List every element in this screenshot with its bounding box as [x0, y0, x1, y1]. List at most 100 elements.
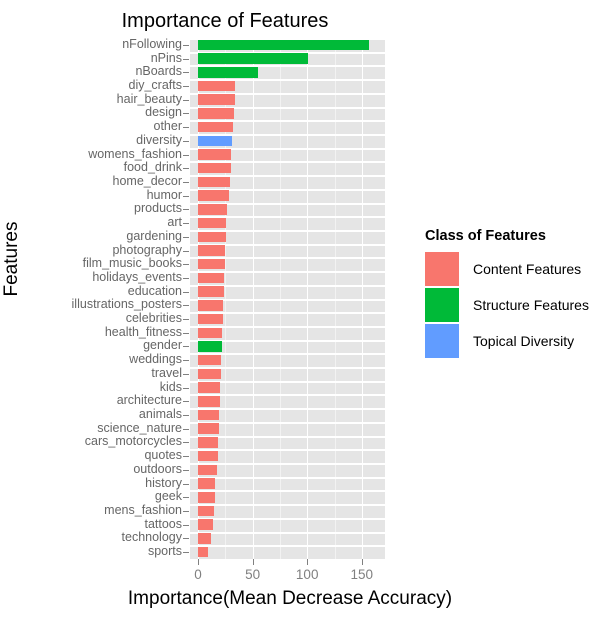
bar — [198, 396, 220, 407]
y-axis-tick-mark — [183, 346, 189, 348]
legend-item: Content Features — [425, 251, 600, 287]
bar — [198, 286, 225, 297]
y-axis-tick-mark — [183, 552, 189, 554]
x-axis-tick-mark — [198, 559, 199, 565]
y-axis-tick-mark — [183, 360, 189, 362]
legend-entries: Content Features Structure Features Topica… — [425, 251, 600, 359]
grid-line-horizontal — [190, 545, 385, 547]
grid-line-horizontal — [190, 490, 385, 492]
grid-line-horizontal — [190, 463, 385, 465]
bar — [198, 272, 225, 284]
bar — [198, 505, 215, 517]
y-axis-tick-mark — [183, 291, 189, 293]
y-axis-tick-mark — [183, 127, 189, 129]
grid-line-horizontal — [190, 422, 385, 424]
legend-title: Class of Features — [425, 228, 546, 244]
y-axis-tick-mark — [183, 538, 189, 540]
bar — [198, 217, 227, 229]
bar — [198, 313, 224, 325]
y-axis-tick-mark — [183, 428, 189, 430]
legend-item: Topical Diversity — [425, 323, 600, 359]
y-axis-tick-mark — [183, 113, 189, 115]
legend-swatch — [425, 252, 459, 286]
bar — [198, 533, 212, 544]
x-axis-tick-label: 0 — [194, 567, 202, 582]
y-axis-tick-mark — [183, 524, 189, 526]
y-axis-tick-mark — [183, 154, 189, 156]
bar — [198, 368, 221, 380]
x-axis-tick-label: 100 — [295, 567, 319, 582]
y-axis-tick-mark — [183, 99, 189, 101]
grid-line-horizontal — [190, 477, 385, 479]
grid-line-horizontal — [190, 532, 385, 534]
plot-panel — [190, 38, 385, 561]
bar — [198, 354, 221, 366]
bar — [198, 94, 236, 105]
bar — [198, 519, 214, 530]
bar — [198, 546, 208, 558]
bar — [198, 423, 219, 434]
y-axis-tick-mark — [183, 85, 189, 87]
legend-label: Topical Diversity — [473, 333, 575, 349]
y-axis-tick-mark — [183, 264, 189, 266]
bar — [198, 300, 224, 311]
legend-item: Structure Features — [425, 287, 600, 323]
y-axis-tick-mark — [183, 195, 189, 197]
bar — [198, 492, 216, 503]
bar — [198, 162, 231, 174]
y-axis-tick-mark — [183, 181, 189, 183]
y-axis-tick-mark — [183, 44, 189, 46]
legend-swatch — [425, 288, 459, 322]
y-axis-tick-mark — [183, 209, 189, 211]
y-axis-tick-mark — [183, 332, 189, 334]
legend-label: Structure Features — [473, 297, 589, 313]
y-axis-tick-mark — [183, 58, 189, 60]
bar — [198, 149, 231, 160]
y-axis-tick-mark — [183, 168, 189, 170]
bar — [198, 478, 216, 489]
bar — [198, 450, 218, 462]
y-axis-tick-mark — [183, 497, 189, 499]
y-axis-tick-mark — [183, 442, 189, 444]
bar — [198, 231, 227, 243]
grid-line-horizontal — [190, 408, 385, 410]
x-axis-tick-mark — [252, 559, 254, 565]
chart-title: Importance of Features — [121, 10, 329, 32]
grid-line-horizontal — [190, 518, 385, 520]
y-axis-tick-mark — [183, 72, 189, 74]
y-axis-tick-mark — [183, 319, 189, 321]
legend: Class of Features Content Features Struct… — [425, 228, 600, 359]
grid-line-horizontal — [190, 449, 385, 451]
x-axis-tick-label: 150 — [350, 567, 374, 582]
y-axis-tick-mark — [183, 305, 189, 307]
bar — [198, 327, 223, 339]
y-axis-tick-mark — [183, 223, 189, 225]
y-axis-tick-mark — [183, 387, 189, 389]
grid-line-horizontal — [190, 504, 385, 506]
plot-area — [190, 38, 385, 561]
x-axis-title: Importance(Mean Decrease Accuracy) — [127, 588, 453, 609]
legend-label: Content Features — [473, 261, 582, 277]
y-axis-tick-mark — [183, 373, 189, 375]
bar — [198, 108, 235, 119]
legend-swatch — [425, 324, 459, 358]
y-axis-tick-marks — [0, 38, 190, 559]
bar-chart: Importance of Features Features nFollowi… — [0, 0, 602, 622]
x-axis-tick-mark — [361, 559, 363, 565]
y-axis-tick-mark — [183, 415, 189, 417]
x-axis-tick-label: 50 — [245, 567, 261, 582]
bar — [198, 135, 232, 147]
bar — [198, 464, 217, 476]
y-axis-tick-mark — [183, 250, 189, 252]
bar — [198, 382, 220, 393]
x-axis-tick-mark — [307, 559, 309, 565]
bar — [198, 176, 230, 188]
bar — [198, 341, 223, 352]
y-axis-tick-mark — [183, 277, 189, 279]
y-axis-tick-mark — [183, 236, 189, 238]
bar — [198, 80, 236, 92]
bar — [198, 245, 226, 256]
bar — [198, 121, 233, 133]
bar — [198, 258, 226, 270]
bar — [198, 53, 309, 64]
